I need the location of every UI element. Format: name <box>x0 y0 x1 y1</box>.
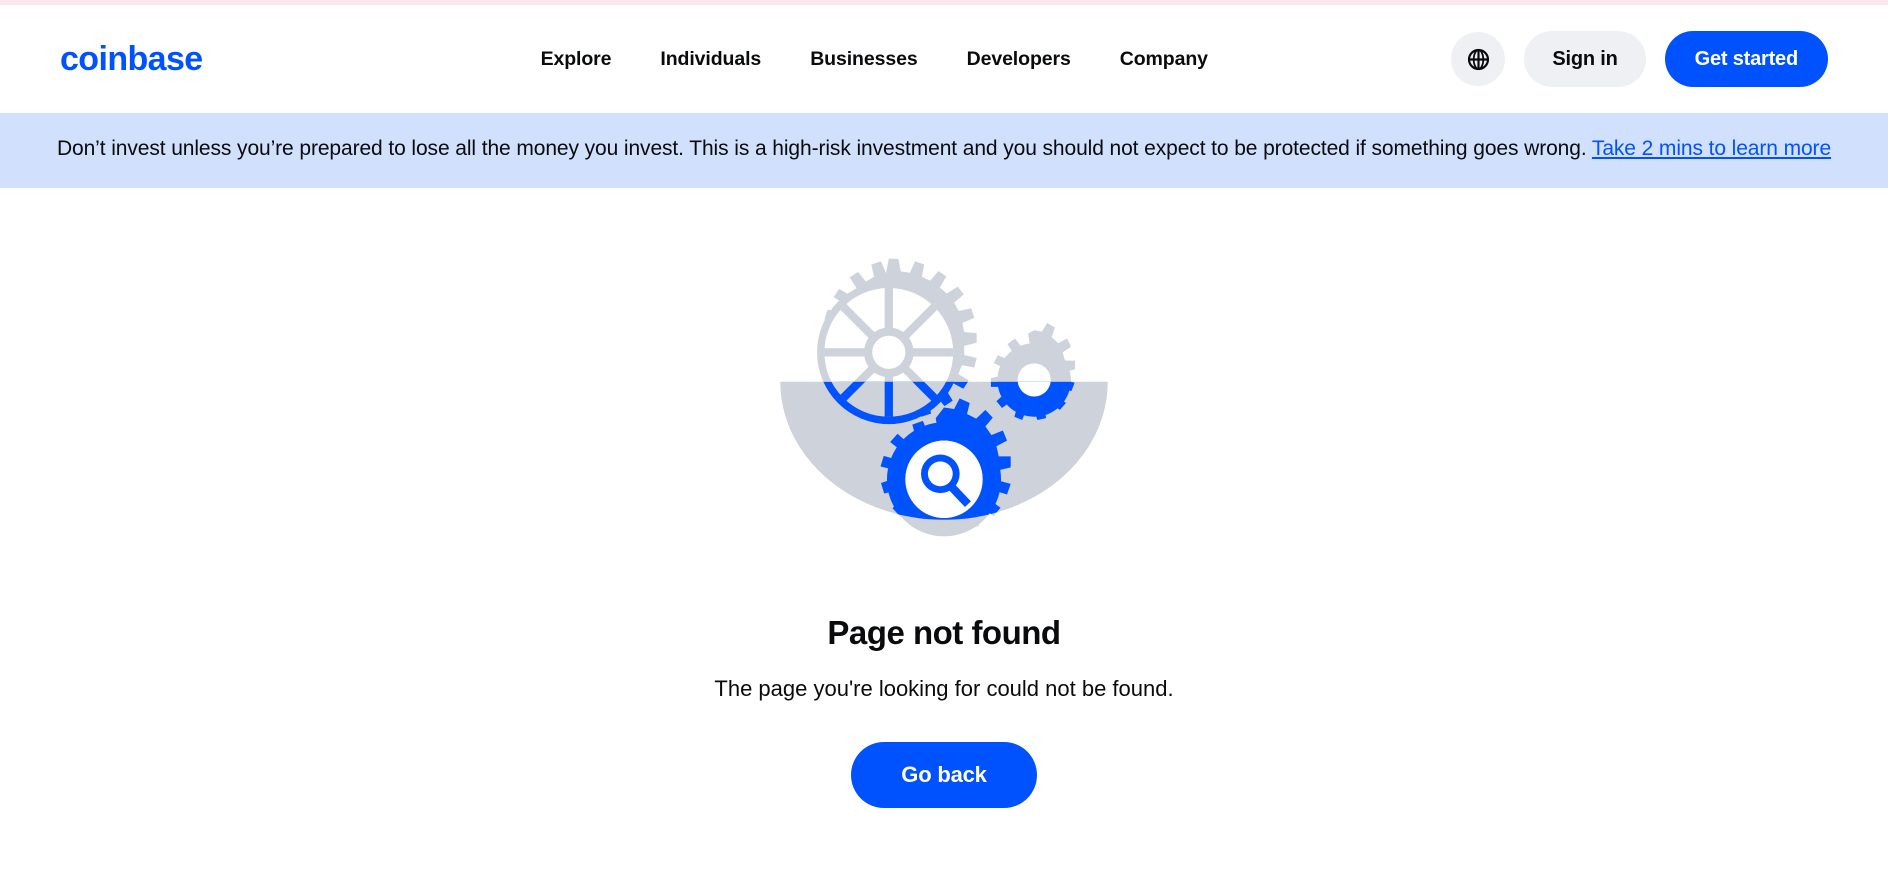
broken-gears-magnifier-illustration <box>780 258 1108 537</box>
globe-icon <box>1467 48 1489 70</box>
nav-item-explore[interactable]: Explore <box>541 48 612 71</box>
primary-navigation: Explore Individuals Businesses Developer… <box>541 48 1208 71</box>
get-started-button[interactable]: Get started <box>1664 31 1828 87</box>
site-header: coinbase Explore Individuals Businesses … <box>0 5 1888 113</box>
page-title: Page not found <box>827 613 1061 651</box>
sign-in-button[interactable]: Sign in <box>1524 31 1646 87</box>
header-actions: Sign in Get started <box>1451 31 1828 87</box>
risk-learn-more-link[interactable]: Take 2 mins to learn more <box>1592 137 1831 160</box>
nav-item-company[interactable]: Company <box>1120 48 1208 71</box>
magnifier-icon <box>905 440 983 518</box>
nav-item-businesses[interactable]: Businesses <box>810 48 918 71</box>
nav-item-developers[interactable]: Developers <box>967 48 1071 71</box>
error-page-main: Page not found The page you're looking f… <box>0 187 1888 809</box>
go-back-button[interactable]: Go back <box>851 742 1037 809</box>
language-selector-button[interactable] <box>1451 32 1506 86</box>
page-description: The page you're looking for could not be… <box>714 675 1174 701</box>
coinbase-logo[interactable]: coinbase <box>60 40 203 79</box>
risk-warning-text: Don’t invest unless you’re prepared to l… <box>56 137 1592 160</box>
nav-item-individuals[interactable]: Individuals <box>660 48 761 71</box>
risk-warning-banner: Don’t invest unless you’re prepared to l… <box>0 113 1888 188</box>
